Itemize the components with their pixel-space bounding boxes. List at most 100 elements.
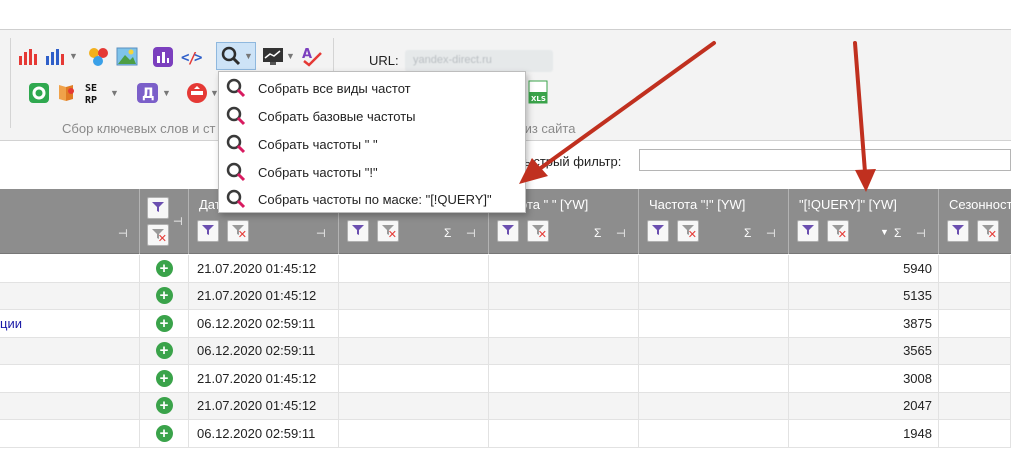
pin-icon[interactable]: ⊣ [916, 227, 926, 240]
add-phrase-icon[interactable]: + [155, 397, 173, 415]
clear-filter-button[interactable]: ✕ [827, 220, 849, 242]
url-input[interactable]: yandex-direct.ru [405, 50, 553, 72]
pin-icon[interactable]: ⊣ [766, 227, 776, 240]
menu-item-all-frequencies[interactable]: Собрать все виды частот [219, 74, 525, 102]
sum-icon[interactable]: Σ [894, 226, 901, 240]
add-phrase-icon[interactable]: + [155, 369, 173, 387]
filter-button[interactable] [347, 220, 369, 242]
add-phrase-icon[interactable]: + [155, 287, 173, 305]
search-magnifier-icon [226, 106, 246, 126]
chevron-down-icon: ▼ [110, 88, 119, 98]
empty-cell [489, 255, 639, 282]
add-phrase-icon[interactable]: + [155, 342, 173, 360]
spellcheck-icon[interactable]: A [300, 45, 324, 70]
header-col-freq-mask[interactable]: "[!QUERY]" [YW] ✕ ▼ Σ ⊣ [789, 189, 939, 254]
clear-filter-button[interactable]: ✕ [227, 220, 249, 242]
pin-icon[interactable]: ⊣ [118, 227, 128, 240]
phrase-cell[interactable] [0, 392, 140, 419]
filter-button[interactable] [647, 220, 669, 242]
xls-export-icon[interactable]: XLS [527, 80, 549, 107]
table-row[interactable]: +21.07.2020 01:45:12 3008 [0, 365, 1011, 393]
filter-button[interactable] [197, 220, 219, 242]
direct-button[interactable]: Д ▼ [136, 82, 171, 104]
menu-item-base-frequencies[interactable]: Собрать базовые частоты [219, 102, 525, 130]
phrase-cell[interactable]: ции [0, 310, 140, 337]
search-magnifier-icon [226, 78, 246, 98]
search-frequency-button[interactable]: ▼ [216, 42, 256, 70]
table-row[interactable]: +21.07.2020 01:45:12 5135 [0, 282, 1011, 310]
filter-button[interactable] [147, 197, 169, 219]
table-row[interactable]: +06.12.2020 02:59:11 1948 [0, 420, 1011, 448]
menu-item-exact-frequencies[interactable]: Собрать частоты "!" [219, 158, 525, 186]
ribbon-group-label-keywords: Сбор ключевых слов и ст [62, 121, 216, 136]
empty-cell [339, 392, 489, 419]
funnel-icon [652, 225, 664, 235]
actions-cell: + [140, 310, 189, 337]
url-label: URL: [369, 53, 399, 68]
mask-frequency-cell: 5135 [789, 282, 939, 309]
mask-frequency-cell: 3008 [789, 365, 939, 392]
funnel-icon [952, 225, 964, 235]
bar-chart-blue-icon [46, 49, 64, 65]
stop-icon [187, 83, 207, 103]
sum-icon[interactable]: Σ [744, 226, 751, 240]
sum-icon[interactable]: Σ [444, 226, 451, 240]
add-phrase-icon[interactable]: + [155, 314, 173, 332]
empty-cell [639, 392, 789, 419]
empty-cell [939, 337, 1011, 364]
header-col-freq-excl[interactable]: Частота "!" [YW] ✕ Σ ⊣ [639, 189, 789, 254]
phrase-cell[interactable] [0, 365, 140, 392]
pin-icon[interactable]: ⊣ [173, 215, 183, 228]
header-col-phrase[interactable]: ⊣ [0, 189, 140, 254]
empty-cell [639, 420, 789, 447]
pin-icon[interactable] [56, 82, 78, 107]
clear-filter-button[interactable]: ✕ [527, 220, 549, 242]
phrase-cell[interactable] [0, 420, 140, 447]
clear-filter-button[interactable]: ✕ [677, 220, 699, 242]
monitor-chart-button[interactable]: ▼ [262, 46, 295, 66]
green-ring-icon[interactable] [28, 82, 50, 107]
stop-button[interactable]: ▼ [186, 82, 219, 104]
picture-icon[interactable] [116, 46, 138, 71]
sum-icon[interactable]: Σ [594, 226, 601, 240]
header-title-freq-quotes: ота " " [YW] [520, 197, 589, 212]
table-row[interactable]: +21.07.2020 01:45:12 5940 [0, 255, 1011, 283]
menu-item-quote-frequencies[interactable]: Собрать частоты " " [219, 130, 525, 158]
phrase-cell[interactable] [0, 255, 140, 282]
table-row[interactable]: +21.07.2020 01:45:12 2047 [0, 392, 1011, 420]
filter-button[interactable] [497, 220, 519, 242]
bar-chart-blue-button[interactable]: ▼ [45, 46, 78, 66]
bar-chart-red-icon[interactable] [18, 46, 40, 69]
funnel-icon [152, 202, 164, 212]
empty-cell [939, 365, 1011, 392]
header-col-actions[interactable]: ⊣ ✕ [140, 189, 189, 254]
wordstat-icon[interactable] [152, 46, 174, 71]
serp-icon: SE RP [85, 83, 97, 106]
serp-button[interactable]: SE RP ▼ [84, 80, 119, 106]
clear-filter-button[interactable]: ✕ [977, 220, 999, 242]
quick-filter-input[interactable] [639, 149, 1011, 171]
pin-icon[interactable]: ⊣ [466, 227, 476, 240]
add-phrase-icon[interactable]: + [155, 424, 173, 442]
date-cell: 06.12.2020 02:59:11 [189, 420, 339, 447]
filter-button[interactable] [797, 220, 819, 242]
funnel-icon [802, 225, 814, 235]
add-phrase-icon[interactable]: + [155, 259, 173, 277]
table-row[interactable]: +06.12.2020 02:59:11 3565 [0, 337, 1011, 365]
colored-dots-icon[interactable] [88, 46, 110, 71]
actions-cell: + [140, 282, 189, 309]
sort-desc-icon[interactable]: ▼ [880, 227, 889, 237]
pin-icon[interactable]: ⊣ [316, 227, 326, 240]
phrase-cell[interactable] [0, 337, 140, 364]
pin-icon[interactable]: ⊣ [616, 227, 626, 240]
clear-filter-button[interactable]: ✕ [377, 220, 399, 242]
clear-filter-button[interactable]: ✕ [147, 224, 169, 246]
date-cell: 21.07.2020 01:45:12 [189, 392, 339, 419]
filter-button[interactable] [947, 220, 969, 242]
header-col-season[interactable]: Сезонност ✕ [939, 189, 1011, 254]
code-tag-icon[interactable]: < / > [180, 46, 204, 71]
phrase-cell[interactable] [0, 282, 140, 309]
close-icon: ✕ [387, 229, 397, 241]
menu-item-mask-frequencies[interactable]: Собрать частоты по маске: "[!QUERY]" [219, 185, 525, 213]
table-row[interactable]: ции +06.12.2020 02:59:11 3875 [0, 310, 1011, 338]
